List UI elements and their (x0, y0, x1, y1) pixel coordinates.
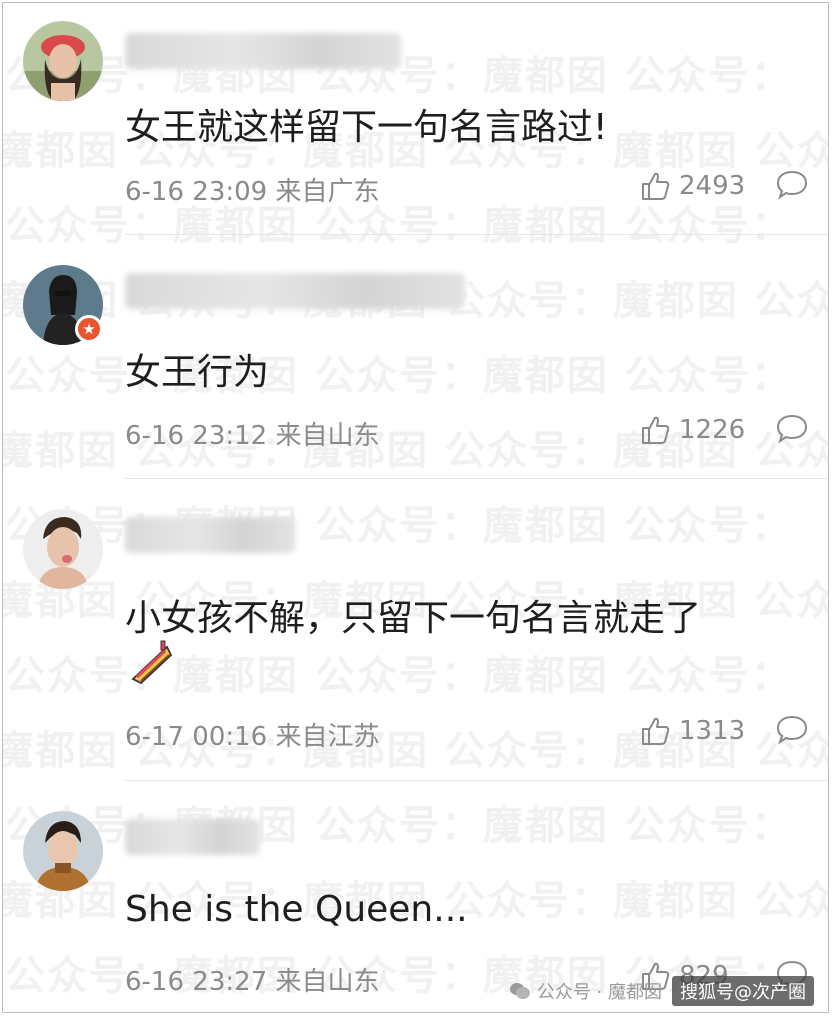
like-count: 2493 (679, 171, 746, 201)
avatar[interactable] (23, 811, 103, 891)
source-footer: 公众号 · 魔都囡 搜狐号@次产圈 (509, 976, 814, 1006)
comment-icon[interactable] (775, 413, 809, 449)
comment-item: 女王就这样留下一句名言路过! 6-16 23:09 来自广东 2493 (3, 3, 828, 235)
comment-time: 6-16 23:09 (125, 177, 268, 207)
comment-location: 来自江苏 (275, 722, 380, 752)
like-count: 1313 (679, 716, 746, 746)
username-blurred[interactable] (125, 33, 401, 69)
comment-feed: 魔都囡 公众号：魔都囡 公众号：魔都囡 公众号： 魔都囡 公众号：魔都囡 公众号… (2, 2, 829, 1013)
comment-text: 女王就这样留下一句名言路过! (125, 107, 608, 148)
username-blurred[interactable] (125, 819, 260, 855)
like-button[interactable]: 1313 (639, 714, 745, 748)
avatar[interactable] (23, 21, 103, 101)
comment-time: 6-16 23:12 (125, 421, 268, 451)
comment-meta: 6-16 23:27 来自山东 (125, 961, 379, 998)
like-button[interactable]: 1226 (639, 413, 745, 447)
comment-text: 女王行为 (125, 352, 270, 393)
comment-location: 来自山东 (275, 967, 380, 997)
wechat-icon (509, 983, 530, 999)
cake-emoji-icon (127, 639, 175, 691)
comment-icon[interactable] (775, 714, 809, 750)
comment-icon[interactable] (775, 169, 809, 205)
comment-item: 小女孩不解，只留下一句名言就走了 6-17 00:16 来自江苏 1313 (3, 479, 828, 781)
like-button[interactable]: 2493 (639, 169, 745, 203)
comment-text: She is the Queen... (125, 889, 468, 930)
username-blurred[interactable] (125, 273, 465, 309)
verified-badge-icon: ★ (75, 315, 103, 343)
comment-meta: 6-16 23:09 来自广东 (125, 171, 379, 208)
comment-item: ★ 女王行为 6-16 23:12 来自山东 1226 (3, 235, 828, 479)
source-tag: 搜狐号@次产圈 (672, 976, 814, 1006)
thumbs-up-icon (642, 717, 670, 745)
thumbs-up-icon (642, 416, 670, 444)
wechat-source: 公众号 · 魔都囡 (509, 978, 662, 1004)
comment-location: 来自山东 (275, 421, 380, 451)
avatar[interactable] (23, 509, 103, 589)
thumbs-up-icon (642, 172, 670, 200)
comment-text: 小女孩不解，只留下一句名言就走了 (125, 598, 702, 639)
comment-meta: 6-16 23:12 来自山东 (125, 415, 379, 452)
comment-time: 6-16 23:27 (125, 967, 268, 997)
wechat-label: 公众号 · 魔都囡 (536, 982, 662, 1003)
comment-meta: 6-17 00:16 来自江苏 (125, 716, 379, 753)
comment-location: 来自广东 (275, 177, 380, 207)
like-count: 1226 (679, 415, 746, 445)
username-blurred[interactable] (125, 517, 295, 553)
comment-time: 6-17 00:16 (125, 722, 268, 752)
